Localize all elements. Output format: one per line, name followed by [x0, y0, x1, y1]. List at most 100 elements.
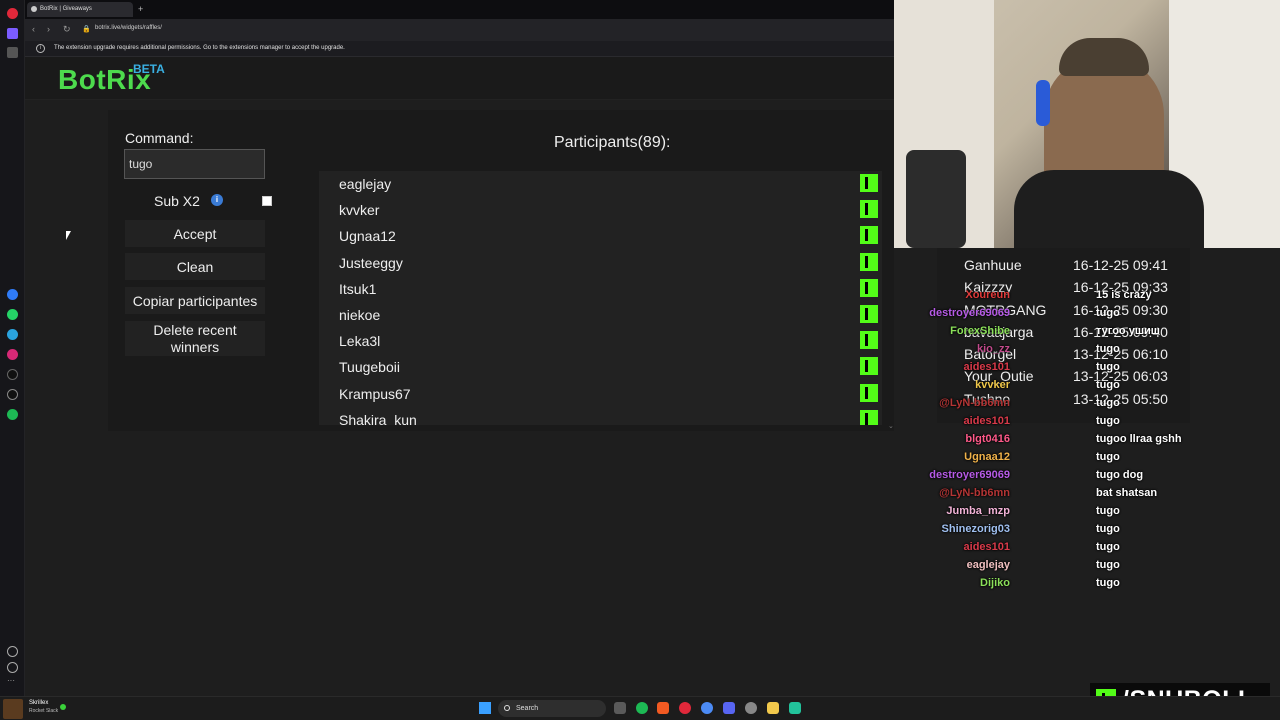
participants-list[interactable]: eaglejay kvvker Ugnaa12 Justeeggy Itsuk1… — [319, 171, 882, 425]
delete-recent-winners-button[interactable]: Delete recent winners — [125, 321, 265, 356]
sub-x2-label: Sub X2 — [154, 193, 200, 209]
chat-text: tugoo llraa gshh — [1096, 433, 1182, 445]
star-icon[interactable] — [7, 47, 18, 58]
kick-icon — [860, 304, 878, 323]
chat-text: tugo — [1096, 541, 1120, 553]
chat-username: Jumba_mzp — [946, 505, 1010, 517]
chat-overlay: Xoureun 15 is crazy destroyer69069 tugo Fo… — [910, 0, 1200, 720]
opera-logo-icon[interactable] — [7, 8, 18, 19]
kick-icon — [860, 383, 878, 402]
clean-button[interactable]: Clean — [125, 253, 265, 280]
kick-icon — [860, 278, 878, 297]
beta-badge: BETA — [133, 62, 165, 76]
participant-name: Shakira_kun — [339, 411, 417, 425]
spotify-icon[interactable] — [7, 409, 18, 420]
search-placeholder: Search — [516, 705, 539, 712]
more-icon[interactable]: ··· — [7, 677, 18, 689]
page-content: BotRix BETA Command: Sub X2 i Accept Cle… — [25, 57, 894, 696]
back-icon[interactable]: ‹ — [32, 23, 35, 35]
chat-username: blgt0416 — [965, 433, 1010, 445]
list-item[interactable]: Itsuk1 — [319, 276, 882, 302]
command-label: Command: — [125, 130, 194, 146]
brave-icon[interactable] — [657, 702, 669, 714]
heart-icon[interactable] — [7, 646, 18, 657]
tab-title: BotRix | Giveaways — [40, 6, 92, 12]
windows-start-icon[interactable] — [479, 702, 491, 714]
reload-icon[interactable]: ↻ — [63, 23, 71, 35]
copy-participants-button[interactable]: Copiar participantes — [125, 287, 265, 314]
taskbar-search[interactable]: Search — [498, 700, 606, 717]
url-field[interactable]: botrix.live/widgets/raffles/ — [95, 25, 162, 31]
chat-text: tugo dog — [1096, 469, 1144, 481]
kick-icon — [860, 174, 878, 192]
participant-name: Ugnaa12 — [339, 228, 396, 245]
chat-username: aides101 — [963, 415, 1010, 427]
history-icon[interactable] — [7, 662, 18, 673]
chrome-icon[interactable] — [701, 702, 713, 714]
address-bar: ‹ › ↻ 🔒 botrix.live/widgets/raffles/ — [25, 19, 894, 41]
lock-icon: 🔒 — [82, 26, 91, 33]
chat-username: @LyN-bb6mn — [939, 487, 1010, 499]
chat-username: eaglejay — [966, 559, 1010, 571]
list-item[interactable]: niekoe — [319, 302, 882, 328]
telegram-icon[interactable] — [7, 329, 18, 340]
chat-username: Dijiko — [980, 577, 1010, 589]
app-icon[interactable] — [789, 702, 801, 714]
list-item[interactable]: Tuugeboii — [319, 354, 882, 380]
accept-button[interactable]: Accept — [125, 220, 265, 247]
participant-name: Itsuk1 — [339, 280, 377, 297]
new-tab-button[interactable]: + — [138, 3, 143, 15]
media-thumbnail-icon[interactable] — [3, 699, 23, 719]
home-icon[interactable] — [7, 28, 18, 39]
chat-username: @LyN-bb6mn — [939, 397, 1010, 409]
spotify-icon[interactable] — [636, 702, 648, 714]
participant-name: Leka3l — [339, 333, 381, 350]
tab-botrix[interactable]: BotRix | Giveaways — [27, 2, 133, 17]
info-icon[interactable]: i — [211, 194, 223, 206]
list-item[interactable]: Krampus67 — [319, 381, 882, 407]
chat-text: tugo — [1096, 559, 1120, 571]
media-status-icon — [60, 704, 66, 710]
command-input[interactable] — [124, 149, 265, 179]
participant-name: eaglejay — [339, 176, 392, 192]
sub-x2-checkbox[interactable] — [262, 196, 272, 206]
chat-username: aides101 — [963, 541, 1010, 553]
file-explorer-icon[interactable] — [614, 702, 626, 714]
opera-icon[interactable] — [679, 702, 691, 714]
list-item[interactable]: Shakira_kun — [319, 407, 882, 425]
list-item[interactable]: kvvker — [319, 197, 882, 223]
chat-text: tugo — [1096, 415, 1120, 427]
list-item[interactable]: Justeeggy — [319, 250, 882, 276]
settings-icon[interactable] — [745, 702, 757, 714]
messenger-icon[interactable] — [7, 289, 18, 300]
discord-icon[interactable] — [723, 702, 735, 714]
participant-name: Krampus67 — [339, 385, 411, 402]
mouse-cursor-icon — [66, 231, 71, 240]
chat-text: tugo — [1096, 307, 1120, 319]
search-icon — [504, 705, 510, 711]
scroll-down-icon[interactable]: ⌄ — [888, 422, 894, 430]
kick-icon — [860, 252, 878, 271]
tab-favicon-icon — [31, 6, 37, 12]
tiktok-icon[interactable] — [7, 369, 18, 380]
whatsapp-icon[interactable] — [7, 309, 18, 320]
kick-icon — [860, 331, 878, 350]
app-header: BotRix BETA — [25, 57, 894, 100]
chat-text: tugo — [1096, 577, 1120, 589]
extension-info-bar: i The extension upgrade requires additio… — [25, 41, 894, 57]
forward-icon[interactable]: › — [47, 23, 50, 35]
kick-icon — [860, 409, 878, 425]
list-item[interactable]: Leka3l — [319, 328, 882, 354]
list-item[interactable]: Ugnaa12 — [319, 223, 882, 249]
list-item[interactable]: eaglejay — [319, 171, 882, 197]
chat-username: destroyer69069 — [929, 307, 1010, 319]
media-title: Skrillex — [29, 700, 49, 706]
folder-icon[interactable] — [767, 702, 779, 714]
kick-icon — [860, 357, 878, 376]
media-subtitle: Rocket Slack — [29, 708, 59, 714]
info-message: The extension upgrade requires additiona… — [54, 45, 345, 51]
participant-name: niekoe — [339, 306, 381, 323]
x-icon[interactable] — [7, 389, 18, 400]
windows-taskbar: Skrillex Rocket Slack Search — [0, 696, 1280, 720]
instagram-icon[interactable] — [7, 349, 18, 360]
